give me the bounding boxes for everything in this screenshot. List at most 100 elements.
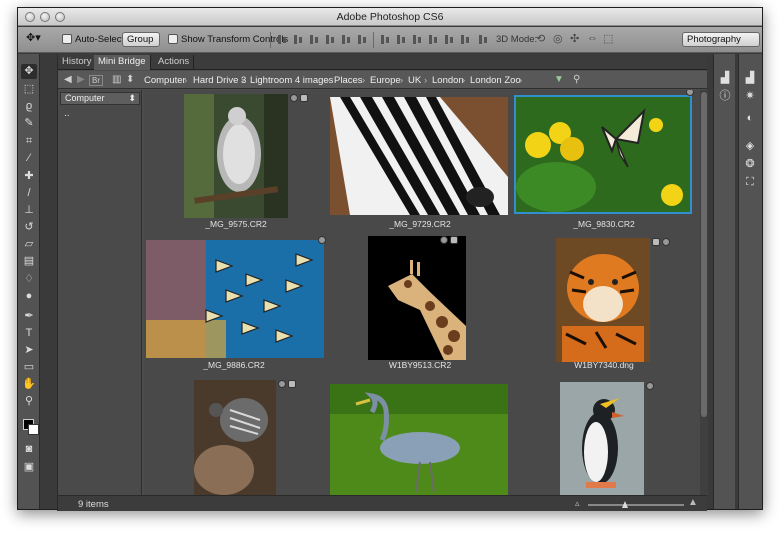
tab-history[interactable]: History <box>58 55 97 70</box>
thumbnail-item[interactable] <box>330 380 515 495</box>
small-thumb-icon[interactable]: ▵ <box>575 498 580 509</box>
thumbnail-filename: W1BY7340.dng <box>574 360 634 370</box>
breadcrumb-hard-drive[interactable]: Hard Drive 3 <box>193 75 246 86</box>
3d-slide-icon[interactable]: ⇔ <box>587 32 598 44</box>
3d-rotate-icon[interactable]: ⟲ <box>536 32 545 45</box>
breadcrumb-uk[interactable]: UK <box>408 75 421 86</box>
thumbnail-item[interactable]: W1BY7340.dng <box>514 236 700 376</box>
metadata-badge-icon <box>440 236 448 244</box>
distribute-right-icon[interactable] <box>459 34 471 45</box>
thumbnail-item[interactable]: W1BY9513.CR2 <box>330 236 515 376</box>
histogram-icon[interactable]: ▟ <box>743 72 757 85</box>
channels-icon[interactable]: ❂ <box>743 158 757 171</box>
thumbnail-item[interactable] <box>144 380 334 495</box>
align-right-icon[interactable] <box>356 34 368 45</box>
move-tool-icon[interactable]: ✥▾ <box>26 31 41 44</box>
breadcrumb-london[interactable]: London <box>432 75 464 86</box>
mask-icon[interactable]: ◐ <box>743 112 757 125</box>
breadcrumb-places[interactable]: Places <box>334 75 363 86</box>
filter-icon[interactable]: ▼ <box>554 74 564 85</box>
eraser-tool-icon[interactable]: ▱ <box>21 237 37 252</box>
bridge-icon[interactable]: Br <box>89 75 103 86</box>
thumbnail-image-giraffe[interactable] <box>368 236 466 360</box>
thumbnail-item[interactable]: _MG_9886.CR2 <box>144 236 334 376</box>
adjustments-icon[interactable]: ✷ <box>743 90 757 103</box>
forward-icon[interactable]: ▶ <box>77 74 85 85</box>
distribute-bottom-icon[interactable] <box>411 34 423 45</box>
blur-tool-icon[interactable]: ♢ <box>21 272 37 287</box>
gradient-tool-icon[interactable]: ▤ <box>21 254 37 269</box>
slider-knob[interactable] <box>622 501 628 508</box>
crop-tool-icon[interactable]: ⌗ <box>21 134 37 149</box>
tab-actions[interactable]: Actions <box>154 55 195 70</box>
marquee-tool-icon[interactable]: ⬚ <box>21 82 37 97</box>
move-tool-icon[interactable]: ✥ <box>21 64 37 79</box>
screen-mode-icon[interactable]: ▣ <box>21 460 37 475</box>
quick-mask-icon[interactable]: ◙ <box>21 442 37 457</box>
show-transform-checkbox[interactable] <box>168 34 178 44</box>
3d-roll-icon[interactable]: ◎ <box>553 32 563 45</box>
thumbnail-size-slider[interactable] <box>588 501 684 508</box>
type-tool-icon[interactable]: T <box>21 326 37 341</box>
breadcrumb-europe[interactable]: Europe <box>370 75 401 86</box>
distribute-top-icon[interactable] <box>379 34 391 45</box>
tab-mini-bridge[interactable]: Mini Bridge <box>94 55 151 70</box>
align-left-icon[interactable] <box>324 34 336 45</box>
eyedropper-tool-icon[interactable]: ⁄ <box>21 151 37 166</box>
thumbnail-image-heron[interactable] <box>330 384 508 495</box>
location-dropdown[interactable]: Computer ⬍ <box>60 92 140 105</box>
distribute-vcenter-icon[interactable] <box>395 34 407 45</box>
auto-align-icon[interactable] <box>477 34 489 45</box>
zoom-tool-icon[interactable]: ⚲ <box>21 394 37 409</box>
parent-folder-item[interactable]: .. <box>64 108 70 119</box>
background-color-swatch[interactable] <box>28 424 39 435</box>
thumbnail-image-zebra[interactable] <box>330 97 508 215</box>
thumbnail-image-bird-rock[interactable] <box>194 380 276 495</box>
paths-icon[interactable]: ⛶ <box>743 176 757 189</box>
thumbnail-image-vulture[interactable] <box>184 94 288 218</box>
history-brush-icon[interactable]: ↺ <box>21 220 37 235</box>
brush-tool-icon[interactable]: / <box>21 186 37 201</box>
large-thumb-icon[interactable]: ▲ <box>688 497 698 508</box>
thumbnail-item[interactable]: _MG_9729.CR2 <box>330 90 515 232</box>
histogram-icon[interactable]: ▟ <box>718 72 732 85</box>
pen-tool-icon[interactable]: ✒ <box>21 309 37 324</box>
3d-scale-icon[interactable]: ⬚ <box>603 32 613 45</box>
info-icon[interactable]: ⓘ <box>718 90 732 103</box>
thumbnail-image-tiger[interactable] <box>556 238 650 362</box>
panel-view-icon[interactable]: ▥ <box>112 74 121 85</box>
auto-select-dropdown[interactable]: Group <box>122 32 160 47</box>
align-vcenter-icon[interactable] <box>292 34 304 45</box>
clone-stamp-icon[interactable]: ⊥ <box>21 203 37 218</box>
quick-select-tool-icon[interactable]: ✎ <box>21 116 37 131</box>
scrollbar-thumb[interactable] <box>701 92 707 417</box>
shape-tool-icon[interactable]: ▭ <box>21 360 37 375</box>
distribute-hcenter-icon[interactable] <box>443 34 455 45</box>
healing-brush-icon[interactable]: ✚ <box>21 169 37 184</box>
lasso-tool-icon[interactable]: ϱ <box>21 99 37 114</box>
align-bottom-icon[interactable] <box>308 34 320 45</box>
thumbnail-image-penguin[interactable] <box>560 382 644 495</box>
thumbnail-image-butterfly[interactable] <box>514 95 692 214</box>
thumbnail-item[interactable]: _MG_9575.CR2 <box>144 90 334 232</box>
breadcrumb-london-zoo[interactable]: London Zoo <box>470 75 521 86</box>
align-hcenter-icon[interactable] <box>340 34 352 45</box>
sort-icon[interactable]: ⬍ <box>126 74 134 85</box>
workspace-switcher[interactable]: Photography <box>682 32 760 47</box>
path-select-icon[interactable]: ➤ <box>21 343 37 358</box>
search-icon[interactable]: ⚲ <box>573 74 580 85</box>
back-icon[interactable]: ◀ <box>64 74 72 85</box>
distribute-left-icon[interactable] <box>427 34 439 45</box>
3d-pan-icon[interactable]: ✣ <box>570 32 579 45</box>
vertical-scrollbar[interactable] <box>700 90 708 495</box>
breadcrumb-lightroom[interactable]: Lightroom 4 images <box>250 75 333 86</box>
auto-select-checkbox[interactable] <box>62 34 72 44</box>
thumbnail-item[interactable] <box>514 380 700 495</box>
dodge-tool-icon[interactable]: ● <box>21 289 37 304</box>
thumbnail-item[interactable]: _MG_9830.CR2 <box>514 90 700 232</box>
breadcrumb-computer[interactable]: Computer <box>144 75 186 86</box>
hand-tool-icon[interactable]: ✋ <box>21 377 37 392</box>
layers-icon[interactable]: ◈ <box>743 140 757 153</box>
align-top-icon[interactable] <box>276 34 288 45</box>
thumbnail-image-fish[interactable] <box>146 240 324 358</box>
